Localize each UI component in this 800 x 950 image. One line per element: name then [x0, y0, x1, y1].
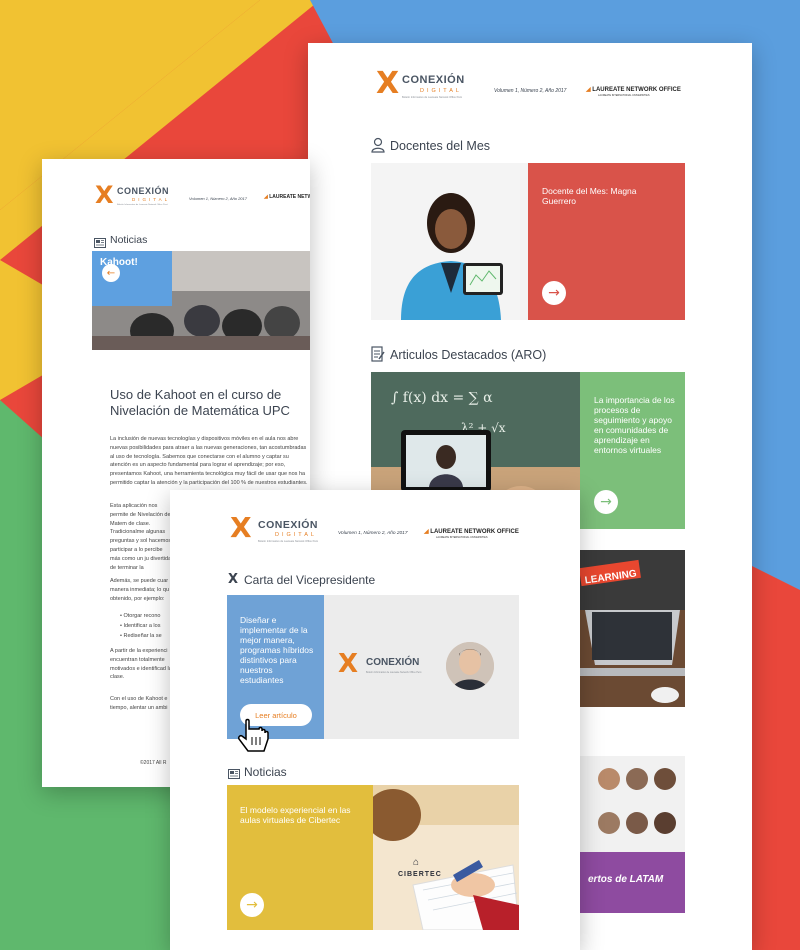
brand-name: CONEXIÓN — [366, 657, 420, 668]
brand-name: CONEXIÓN — [258, 519, 319, 531]
section-title-docentes: Docentes del Mes — [390, 139, 491, 153]
partner-logo: ◢ LAUREATE NETWORK OFFICE — [586, 86, 681, 93]
cibertec-icon: ⌂ — [413, 857, 420, 868]
volume-label: Volumen 1, Número 2, Año 2017 — [494, 88, 567, 94]
partner-name: LAUREATE NETWORK OFFICE — [430, 529, 519, 535]
conexion-logo-icon: X — [95, 181, 114, 209]
articulo-title: La importancia de los procesos de seguim… — [594, 395, 675, 456]
section-title-articulos: Articulos Destacados (ARO) — [390, 348, 547, 362]
articulo-tile[interactable]: La importancia de los procesos de seguim… — [580, 372, 685, 529]
brand-sub: DIGITAL — [420, 88, 462, 94]
partner-name: LAUREATE NETWORK OFFICE — [592, 87, 681, 93]
docente-tile[interactable]: Docente del Mes: Magna Guerrero → — [528, 163, 685, 320]
newsletter-page-front: X CONEXIÓN DIGITAL Boletín Informativo d… — [170, 490, 580, 950]
article-paragraph-4: A partir de la experienci encuentran tot… — [110, 648, 172, 681]
slider-prev-button[interactable]: ← — [102, 264, 120, 282]
carta-text: Diseñar e implementar de la mejor manera… — [240, 615, 314, 686]
expertos-banner: ertos de LATAM — [580, 852, 685, 913]
brand-sub: DIGITAL — [275, 532, 317, 538]
teacher-icon — [371, 137, 385, 158]
brand-tagline: Boletín Informativo de Laureate Network … — [258, 540, 319, 543]
article-bullet: • Rediseñar la se — [120, 633, 162, 639]
noticia-arrow-button[interactable]: → — [240, 893, 264, 917]
brand-tagline: Boletín Informativo de Laureate Network … — [117, 204, 168, 206]
article-paragraph-2: Esta aplicación nos permite de Nivelació… — [110, 503, 172, 571]
article-paragraph-1: La inclusión de nuevas tecnologías y dis… — [110, 436, 308, 486]
conexion-logo-icon: X — [376, 66, 400, 101]
arrow-right-icon: → — [600, 494, 612, 510]
elearning-photo: LEARNING — [580, 550, 685, 707]
partner-sub: LAUREATE INTERNATIONAL UNIVERSITIES — [598, 94, 650, 97]
svg-text:∫ f(x) dx = ∑ α: ∫ f(x) dx = ∑ α — [391, 390, 493, 406]
article-paragraph-5: Con el uso de Kahoot e tiempo, alentar u… — [110, 696, 168, 711]
cibertec-label: CIBERTEC — [398, 871, 442, 878]
conexion-logo-icon: X — [230, 511, 252, 544]
docente-arrow-button[interactable]: → — [542, 281, 566, 305]
expertos-panel: ertos de LATAM — [580, 756, 685, 913]
brand-sub: DIGITAL — [132, 197, 171, 202]
arrow-right-icon: → — [246, 897, 258, 913]
expert-avatar — [654, 812, 676, 834]
news-icon — [228, 766, 240, 784]
expert-avatar — [626, 812, 648, 834]
cibertec-photo: ⌂ CIBERTEC — [373, 785, 519, 930]
carta-image-panel: X CONEXIÓN Boletín Informativo de Laurea… — [324, 595, 519, 739]
brand-name: CONEXIÓN — [117, 186, 170, 196]
volume-label: Volumen 1, Número 2, Año 2017 — [189, 196, 247, 201]
partner-icon: ◢ — [424, 529, 429, 535]
partner-sub: LAUREATE INTERNATIONAL UNIVERSITIES — [436, 536, 488, 539]
brand-tagline: Boletín Informativo de Laureate Network … — [366, 671, 422, 674]
document-edit-icon — [371, 346, 385, 367]
brand-tagline: Boletín Informativo de Laureate Network … — [402, 96, 463, 99]
section-title-carta: Carta del Vicepresidente — [244, 573, 376, 587]
arrow-left-icon: ← — [106, 267, 116, 279]
article-bullet: • Otorgar recono — [120, 613, 161, 619]
volume-label: Volumen 1, Número 2, Año 2017 — [338, 531, 408, 536]
x-brand-icon: X — [228, 572, 239, 587]
bullet-text: Identificar a los — [123, 623, 161, 629]
noticia-tile[interactable]: El modelo experiencial en las aulas virt… — [227, 785, 373, 930]
expert-avatar — [598, 768, 620, 790]
partner-icon: ◢ — [264, 194, 268, 200]
partner-logo: ◢ LAUREATE NETWORK OFFICE — [424, 528, 519, 535]
expertos-label: ertos de LATAM — [588, 874, 664, 885]
kahoot-classroom-photo: Kahoot! — [92, 251, 310, 350]
partner-name: LAUREATE NETWORK OFFICE — [269, 194, 310, 200]
expert-avatar — [654, 768, 676, 790]
section-title-noticias-left: Noticias — [110, 234, 148, 246]
hand-pointer-icon — [234, 717, 274, 764]
article-paragraph-3: Además, se puede cuar manera inmediata; … — [110, 578, 170, 602]
docente-title: Docente del Mes: Magna Guerrero — [542, 186, 637, 207]
article-title: Uso de Kahoot en el curso de Nivelación … — [110, 387, 290, 418]
articulo-arrow-button[interactable]: → — [594, 490, 618, 514]
partner-icon: ◢ — [586, 87, 591, 93]
partner-logo: ◢ LAUREATE NETWORK OFFICE — [264, 194, 310, 200]
vicepresident-avatar — [446, 642, 494, 690]
docente-photo — [371, 163, 528, 320]
noticia-title: El modelo experiencial en las aulas virt… — [240, 805, 351, 826]
arrow-right-icon: → — [548, 285, 560, 301]
footer-copyright: ©2017 All R — [140, 760, 167, 766]
article-bullet: • Identificar a los — [120, 623, 161, 629]
expert-avatar — [598, 812, 620, 834]
section-title-noticias-front: Noticias — [244, 765, 287, 779]
brand-name: CONEXIÓN — [402, 74, 465, 86]
bullet-text: Rediseñar la se — [123, 633, 162, 639]
conexion-logo-icon: X — [338, 649, 359, 679]
bullet-text: Otorgar recono — [123, 613, 161, 619]
expert-avatar — [626, 768, 648, 790]
